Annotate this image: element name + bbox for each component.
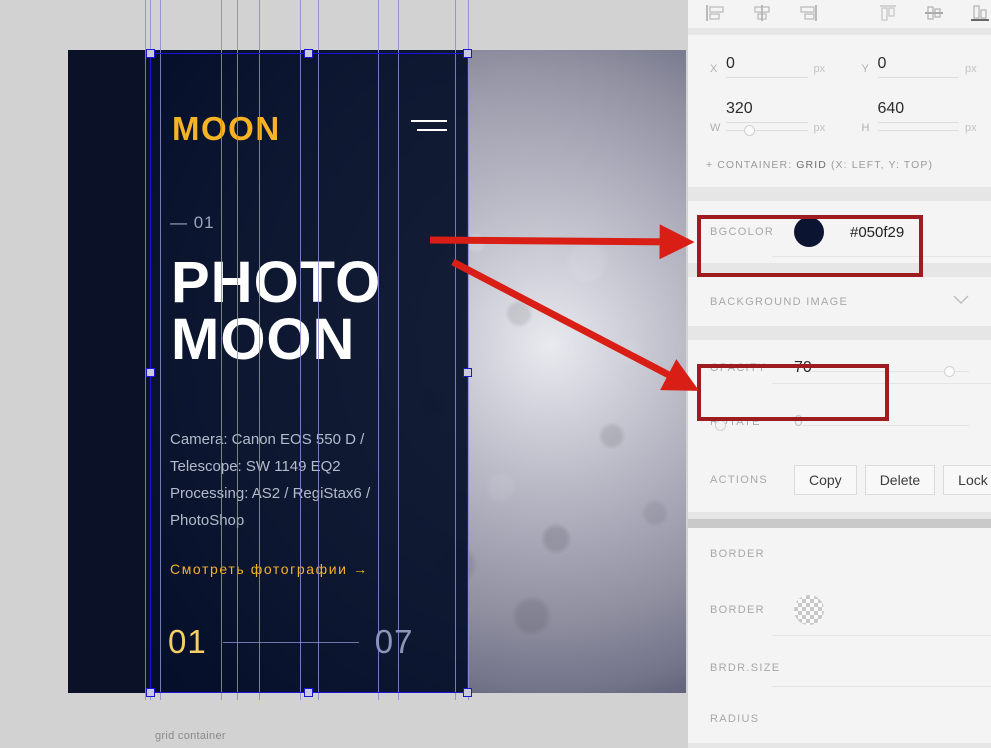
design-meta-line: PhotoShop [170,512,245,529]
pager-divider [222,641,359,643]
container-note-value: GRID [796,159,827,171]
lock-button[interactable]: Lock [943,465,991,495]
rotate-slider[interactable] [714,412,969,432]
w-label: W [710,122,721,134]
design-title: PHOTO MOON [171,250,382,372]
radius-row[interactable]: RADIUS [688,695,991,743]
design-meta-text: Camera: Canon EOS 550 D / Telescope: SW … [170,426,470,534]
border-color-row[interactable]: BORDER [688,580,991,640]
bgcolor-row[interactable]: BGCOLOR #050f29 [688,201,991,263]
align-bottom-icon[interactable] [970,5,990,23]
panel-section-separator [688,519,991,528]
border-size-row[interactable]: BRDR.SIZE [688,640,991,695]
editor-canvas-area[interactable]: MOON — 01 PHOTO MOON Camera: Canon EOS 5… [0,0,688,748]
h-label: H [861,122,871,134]
h-slider[interactable] [877,125,959,137]
y-input[interactable]: 0 [877,55,959,78]
grid-container-label: grid container [155,730,226,742]
appearance-card: OPACITY 70 ROTATE 0 ACTIONS Copy Delete … [688,340,991,512]
h-unit: px [965,122,977,134]
design-title-line-1: PHOTO [171,250,382,315]
opacity-slider[interactable] [811,358,969,378]
radius-label: RADIUS [710,713,760,725]
design-pagination: 01 07 [168,623,413,661]
border-size-label: BRDR.SIZE [710,661,781,674]
panel-divider [688,28,991,35]
align-top-icon[interactable] [878,5,898,23]
x-field-group[interactable]: X 0 px [688,55,840,78]
container-note[interactable]: + CONTAINER: GRID (X: LEFT, Y: TOP) [688,145,991,187]
align-left-icon[interactable] [706,5,726,23]
design-logo: MOON [172,110,281,147]
y-unit: px [965,63,977,75]
background-image-label: BACKGROUND IMAGE [710,295,849,308]
opacity-row[interactable]: OPACITY 70 [688,340,991,396]
w-field-group[interactable]: W 320 px [688,100,840,137]
align-right-icon[interactable] [798,5,818,23]
container-note-prefix: CONTAINER: [717,159,793,171]
size-row: W 320 px H 640 px [688,86,991,145]
rotate-value[interactable]: 0 [794,413,803,431]
chevron-down-icon[interactable] [953,295,969,308]
w-slider[interactable] [726,125,808,137]
design-meta-line: Processing: AS2 / RegiStax6 / [170,485,371,502]
opacity-value[interactable]: 70 [794,359,812,377]
container-note-caret: + [706,159,718,171]
align-middle-vertical-icon[interactable] [924,5,944,23]
alignment-toolbar [688,0,991,28]
border-color-swatch[interactable] [794,595,824,625]
actions-label: ACTIONS [710,474,768,486]
border-section-row: BORDER [688,528,991,580]
border-card: BORDER BORDER BRDR.SIZE RADIUS [688,528,991,743]
y-field-group[interactable]: Y 0 px [840,55,991,78]
y-label: Y [861,63,870,75]
align-center-horizontal-icon[interactable] [752,5,772,23]
design-title-line-2: MOON [171,306,356,372]
position-row: X 0 px Y 0 px [688,35,991,86]
panel-divider [688,333,991,340]
bgcolor-card: BGCOLOR #050f29 [688,201,991,263]
bgcolor-label: BGCOLOR [710,226,775,238]
design-cta-link[interactable]: Смотреть фотографии → [170,561,369,577]
x-label: X [710,63,718,75]
h-input[interactable]: 640 [877,100,959,123]
border-color-label: BORDER [710,604,765,616]
border-section-label: BORDER [710,548,765,560]
app-root: MOON — 01 PHOTO MOON Camera: Canon EOS 5… [0,0,991,748]
w-unit: px [813,122,826,134]
design-meta-line: Telescope: SW 1149 EQ2 [170,458,341,475]
artboard-left-fill [68,50,150,693]
artboard[interactable]: MOON — 01 PHOTO MOON Camera: Canon EOS 5… [68,50,686,693]
bgcolor-value[interactable]: #050f29 [850,224,904,241]
vertical-align-group [878,5,990,23]
panel-divider [688,194,991,201]
hamburger-menu-icon [411,120,447,131]
container-note-suffix: (X: LEFT, Y: TOP) [830,159,934,171]
rotate-row[interactable]: ROTATE 0 [688,396,991,448]
background-image-row[interactable]: BACKGROUND IMAGE [688,277,991,326]
actions-row: ACTIONS Copy Delete Lock [688,448,991,512]
copy-button[interactable]: Copy [794,465,857,495]
design-slide-index: — 01 [170,213,215,232]
opacity-label: OPACITY [710,362,767,374]
properties-panel: X 0 px Y 0 px W 320 px H 640 px + CONTAI… [688,0,991,748]
panel-divider [688,270,991,277]
h-field-group[interactable]: H 640 px [840,100,991,137]
x-unit: px [813,63,826,75]
pager-total: 07 [374,623,414,660]
horizontal-align-group [706,5,818,23]
background-image-card: BACKGROUND IMAGE [688,277,991,326]
w-input[interactable]: 320 [726,100,808,123]
x-input[interactable]: 0 [726,55,808,78]
design-meta-line: Camera: Canon EOS 550 D / [170,431,365,448]
geometry-card: X 0 px Y 0 px W 320 px H 640 px + CONTAI… [688,35,991,187]
bgcolor-swatch[interactable] [794,217,824,247]
pager-current: 01 [168,623,207,660]
delete-button[interactable]: Delete [864,465,936,495]
